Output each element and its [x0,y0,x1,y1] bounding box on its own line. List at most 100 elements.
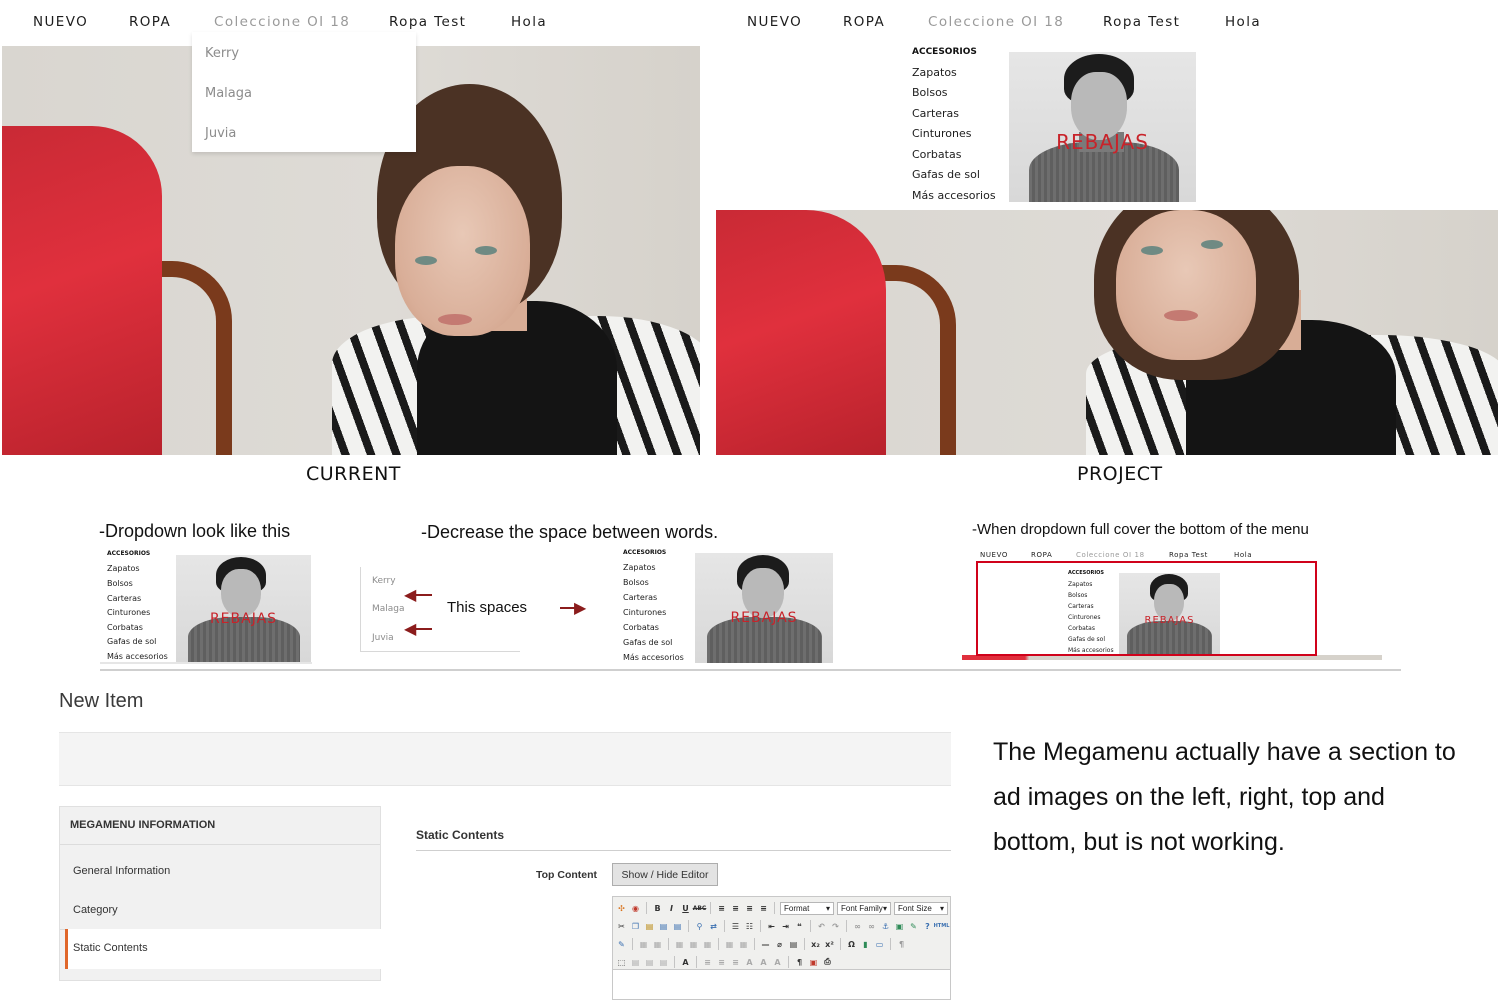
align-justify-icon[interactable]: ≡ [758,903,769,914]
megamenu-item[interactable]: Zapatos [623,563,656,572]
help-icon[interactable]: ? [922,921,933,932]
megamenu-item[interactable]: Corbatas [107,623,143,632]
nav-item-nuevo[interactable]: NUEVO [980,551,1008,559]
table-cell-icon[interactable]: ▦ [674,939,685,950]
align-left-icon[interactable]: ≡ [716,903,727,914]
nav-item-nuevo[interactable]: NUEVO [33,14,88,30]
find-icon[interactable]: ⚲ [694,921,705,932]
editor-textarea[interactable] [613,969,950,999]
image-icon[interactable]: ◉ [630,903,641,914]
megamenu-item[interactable]: Gafas de sol [107,637,156,646]
megamenu-item[interactable]: Corbatas [912,148,961,161]
paste-icon[interactable]: ▤ [644,921,655,932]
visual-aid-icon[interactable]: ▤ [788,939,799,950]
nav-item-coleccione[interactable]: Coleccione OI 18 [214,14,350,30]
print-icon[interactable]: ⎙ [822,957,833,968]
megamenu-item[interactable]: Carteras [912,107,959,120]
sidebar-item-general-information[interactable]: General Information [73,865,170,877]
nav-item-hola[interactable]: Hola [511,14,547,30]
insert-image-icon[interactable]: ▣ [894,921,905,932]
acronym-icon[interactable]: ≡ [730,957,741,968]
megamenu-item[interactable]: Zapatos [107,564,140,573]
anchor-icon[interactable]: ⚓ [880,921,891,932]
nav-item-ropa[interactable]: ROPA [1031,551,1052,559]
megamenu-item[interactable]: Gafas de sol [912,168,980,181]
nav-item-coleccione[interactable]: Coleccione OI 18 [928,14,1064,30]
blockquote-icon[interactable]: ❝ [794,921,805,932]
megamenu-promo-image[interactable]: REBAJAS [1119,573,1220,654]
paste-word-icon[interactable]: ▤ [672,921,683,932]
align-right-icon[interactable]: ≡ [744,903,755,914]
nav-item-ropa-test[interactable]: Ropa Test [389,14,466,30]
dropdown-item-malaga[interactable]: Malaga [372,604,405,614]
nav-item-ropa[interactable]: ROPA [129,14,171,30]
subscript-icon[interactable]: x₂ [810,939,821,950]
nav-item-ropa-test[interactable]: Ropa Test [1103,14,1180,30]
horizontal-rule-icon[interactable]: — [760,939,771,950]
pagebreak-icon[interactable]: ▣ [808,957,819,968]
dropdown-item-malaga[interactable]: Malaga [205,86,252,101]
special-char-icon[interactable]: Ω [846,939,857,950]
undo-icon[interactable]: ↶ [816,921,827,932]
dropdown-item-kerry[interactable]: Kerry [372,576,396,586]
megamenu-item[interactable]: Más accesorios [1068,647,1114,654]
abbr-icon[interactable]: ≡ [716,957,727,968]
media-icon[interactable]: ▮ [860,939,871,950]
dropdown-item-juvia[interactable]: Juvia [372,633,394,643]
megamenu-item[interactable]: Más accesorios [107,652,168,661]
megamenu-item[interactable]: Cinturones [623,608,666,617]
megamenu-item[interactable]: Carteras [107,594,141,603]
megamenu-item[interactable]: Cinturones [912,127,971,140]
table-cell-icon[interactable]: ▦ [688,939,699,950]
megamenu-item[interactable]: Bolsos [1068,592,1087,599]
html-icon[interactable]: HTML [934,921,950,932]
format-select[interactable]: Format ▾ [780,901,834,915]
layer-icon[interactable]: ▤ [644,957,655,968]
megamenu-item[interactable]: Bolsos [107,579,133,588]
ltr-icon[interactable]: ¶ [896,939,907,950]
select-all-icon[interactable]: ⬚ [616,957,627,968]
nav-item-ropa[interactable]: ROPA [843,14,885,30]
cite-icon[interactable]: ≡ [702,957,713,968]
megamenu-item[interactable]: Zapatos [912,66,957,79]
table-split-icon[interactable]: ▦ [724,939,735,950]
delete-icon[interactable]: A [744,957,755,968]
megamenu-promo-image[interactable]: REBAJAS [695,553,833,663]
strikethrough-icon[interactable]: ABC [693,903,707,914]
align-center-icon[interactable]: ≡ [730,903,741,914]
replace-icon[interactable]: ⇄ [708,921,719,932]
megamenu-item[interactable]: Corbatas [623,623,659,632]
dropdown-item-kerry[interactable]: Kerry [205,46,239,61]
megamenu-item[interactable]: Carteras [623,593,657,602]
layer-icon[interactable]: ▤ [658,957,669,968]
megamenu-item[interactable]: Gafas de sol [623,638,672,647]
paste-text-icon[interactable]: ▤ [658,921,669,932]
numbered-list-icon[interactable]: ☷ [744,921,755,932]
bullet-list-icon[interactable]: ☰ [730,921,741,932]
font-family-select[interactable]: Font Family ▾ [837,901,891,915]
megamenu-item[interactable]: Gafas de sol [1068,636,1105,643]
table-row-icon[interactable]: ▦ [652,939,663,950]
table-cell-icon[interactable]: ▦ [702,939,713,950]
edit-icon[interactable]: ✎ [616,939,627,950]
megamenu-promo-image[interactable]: REBAJAS [1009,52,1196,202]
widget-icon[interactable]: ✣ [616,903,627,914]
megamenu-item[interactable]: Carteras [1068,603,1094,610]
superscript-icon[interactable]: x² [824,939,835,950]
layer-icon[interactable]: ▤ [630,957,641,968]
sidebar-item-static-contents[interactable]: Static Contents [65,929,381,969]
outdent-icon[interactable]: ⇤ [766,921,777,932]
indent-icon[interactable]: ⇥ [780,921,791,932]
cleanup-icon[interactable]: ✎ [908,921,919,932]
link-icon[interactable]: ∞ [852,921,863,932]
redo-icon[interactable]: ↷ [830,921,841,932]
megamenu-promo-image[interactable]: REBAJAS [176,555,311,662]
bold-icon[interactable]: B [652,903,663,914]
italic-icon[interactable]: I [666,903,677,914]
nonbreaking-icon[interactable]: ¶ [794,957,805,968]
megamenu-item[interactable]: Cinturones [107,608,150,617]
nav-item-hola[interactable]: Hola [1234,551,1252,559]
table-merge-icon[interactable]: ▦ [738,939,749,950]
show-hide-editor-button[interactable]: Show / Hide Editor [612,863,718,886]
megamenu-item[interactable]: Más accesorios [623,653,684,662]
